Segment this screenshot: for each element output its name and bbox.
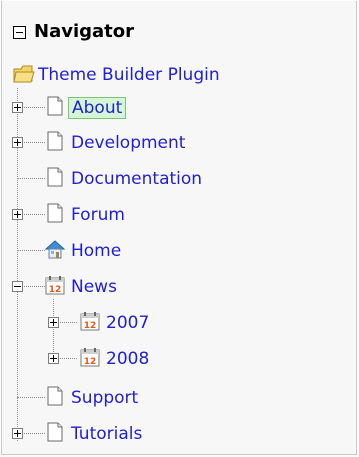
tree-item-label-development[interactable]: Development	[68, 132, 188, 154]
page-icon	[47, 203, 63, 223]
collapse-news-button[interactable]	[12, 281, 23, 292]
page-icon	[47, 167, 63, 187]
home-icon	[44, 240, 66, 259]
folder-icon	[13, 65, 35, 83]
page-icon	[47, 96, 63, 116]
expand-tutorials-button[interactable]	[12, 428, 23, 439]
tree-item-support[interactable]: Support	[2, 384, 322, 414]
tree-root-label[interactable]: Theme Builder Plugin	[35, 64, 223, 86]
tree-item-label-tutorials[interactable]: Tutorials	[68, 423, 145, 445]
tree-item-forum[interactable]: Forum	[2, 201, 322, 231]
tree-item-news-2007[interactable]: 12 2007	[2, 309, 322, 339]
calendar-icon: 12	[80, 312, 100, 331]
tree-item-label-forum[interactable]: Forum	[68, 204, 128, 226]
collapse-navigator-button[interactable]	[13, 26, 26, 39]
tree-item-tutorials[interactable]: Tutorials	[2, 420, 322, 450]
expand-forum-button[interactable]	[12, 209, 23, 220]
calendar-day: 12	[49, 285, 62, 295]
expand-about-button[interactable]	[12, 102, 23, 113]
tree-item-label-news[interactable]: News	[68, 276, 120, 298]
navigator-panel: Navigator Theme Builder Plugin About Dev…	[1, 1, 357, 455]
tree-item-label-documentation[interactable]: Documentation	[68, 168, 205, 190]
calendar-icon: 12	[45, 276, 65, 295]
calendar-day: 12	[84, 357, 97, 367]
tree-item-home[interactable]: Home	[2, 237, 322, 267]
tree-item-news[interactable]: 12 News	[2, 273, 322, 303]
calendar-day: 12	[84, 321, 97, 331]
tree-item-development[interactable]: Development	[2, 129, 322, 159]
tree-item-news-2008[interactable]: 12 2008	[2, 345, 322, 375]
tree-item-label-about[interactable]: About	[68, 97, 127, 119]
page-icon	[47, 131, 63, 151]
tree-root[interactable]: Theme Builder Plugin	[2, 61, 322, 91]
page-icon	[47, 422, 63, 442]
tree-item-about[interactable]: About	[2, 94, 322, 124]
expand-2007-button[interactable]	[48, 317, 59, 328]
tree-item-label-support[interactable]: Support	[68, 387, 141, 409]
expand-development-button[interactable]	[12, 137, 23, 148]
tree-item-label-2008[interactable]: 2008	[103, 348, 152, 370]
calendar-icon: 12	[80, 348, 100, 367]
expand-2008-button[interactable]	[48, 353, 59, 364]
navigator-header: Navigator	[2, 16, 302, 46]
tree-item-documentation[interactable]: Documentation	[2, 165, 322, 195]
tree-item-label-home[interactable]: Home	[68, 240, 124, 262]
page-icon	[47, 386, 63, 406]
navigator-title: Navigator	[34, 21, 134, 42]
tree-item-label-2007[interactable]: 2007	[103, 312, 152, 334]
